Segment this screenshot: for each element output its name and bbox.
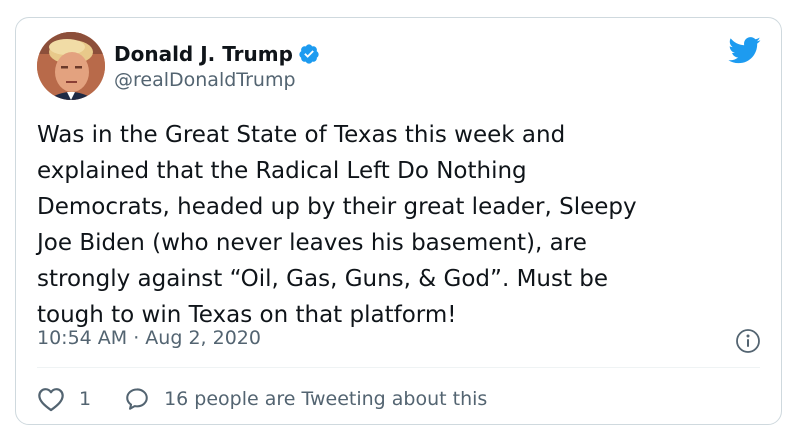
speech-bubble-icon bbox=[126, 388, 148, 410]
like-count: 1 bbox=[79, 388, 92, 410]
tweet-text-line: strongly against “Oil, Gas, Guns, & God”… bbox=[37, 266, 609, 292]
like-button[interactable]: 1 bbox=[37, 386, 91, 412]
tweet-card[interactable]: Donald J. Trump @realDonaldTrump Was in … bbox=[15, 17, 782, 425]
tweet-text-line: explained that the Radical Left Do Nothi… bbox=[37, 158, 527, 184]
conversation-label: 16 people are Tweeting about this bbox=[164, 388, 488, 410]
verified-badge-icon bbox=[298, 43, 320, 65]
tweet-text-line: Was in the Great State of Texas this wee… bbox=[37, 122, 566, 148]
tweet-text: Was in the Great State of Texas this wee… bbox=[37, 117, 767, 333]
divider bbox=[37, 367, 760, 368]
avatar[interactable] bbox=[37, 32, 105, 100]
twitter-bird-icon[interactable] bbox=[727, 36, 761, 66]
info-icon[interactable] bbox=[735, 328, 761, 354]
tweet-actions: 1 16 people are Tweeting about this bbox=[37, 382, 487, 416]
conversation-link[interactable]: 16 people are Tweeting about this bbox=[124, 386, 487, 412]
tweet-timestamp[interactable]: 10:54 AM · Aug 2, 2020 bbox=[37, 327, 261, 349]
heart-icon bbox=[38, 388, 64, 412]
tweet-text-line: Joe Biden (who never leaves his basement… bbox=[37, 230, 587, 256]
author-name-row[interactable]: Donald J. Trump bbox=[114, 40, 320, 68]
user-handle[interactable]: @realDonaldTrump bbox=[114, 69, 296, 91]
display-name[interactable]: Donald J. Trump bbox=[114, 42, 293, 66]
tweet-text-line: Democrats, headed up by their great lead… bbox=[37, 194, 637, 220]
avatar-portrait bbox=[37, 32, 105, 100]
